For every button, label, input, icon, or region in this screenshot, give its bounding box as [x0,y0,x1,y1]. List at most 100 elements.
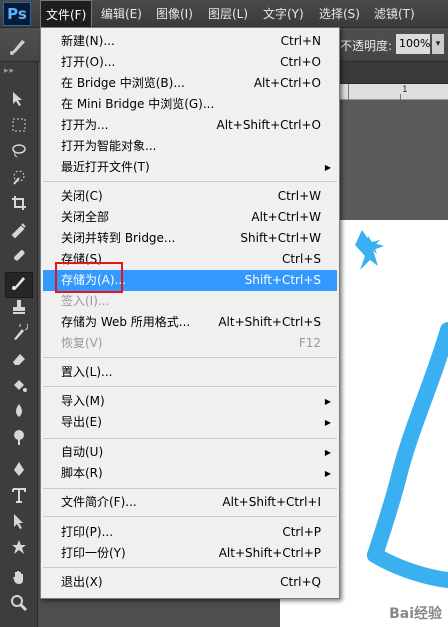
menu-item-label: 置入(L)... [61,365,113,379]
hand-tool-icon[interactable] [5,568,33,594]
menu-item-shortcut: Alt+Shift+Ctrl+P [218,546,321,560]
type-tool-icon[interactable] [5,486,33,512]
menu-separator [43,181,337,182]
menu-item-shortcut: Ctrl+O [280,55,321,69]
menu-item-close[interactable]: 关闭(C) Ctrl+W [41,186,339,207]
menu-item-scripts[interactable]: 脚本(R) ▶ [41,463,339,484]
menu-item-check-in: 签入(I)... [41,291,339,312]
menu-select[interactable]: 选择(S) [314,0,365,28]
zoom-tool-icon[interactable] [5,594,33,620]
paint-bucket-tool-icon[interactable] [5,376,33,402]
document-tab-bar [340,62,448,84]
menu-item-shortcut: Ctrl+P [282,525,321,539]
menu-item-label: 恢复(V) [61,336,103,350]
custom-shape-tool-icon[interactable] [5,538,33,564]
history-brush-tool-icon[interactable] [5,321,33,350]
menu-item-close-go-bridge[interactable]: 关闭并转到 Bridge... Shift+Ctrl+W [41,228,339,249]
menu-type[interactable]: 文字(Y) [258,0,309,28]
menu-item-label: 关闭(C) [61,189,103,203]
menu-item-exit[interactable]: 退出(X) Ctrl+Q [41,572,339,593]
menu-separator [43,516,337,517]
menu-filter[interactable]: 滤镜(T) [369,0,420,28]
menu-item-recent-files[interactable]: 最近打开文件(T) ▶ [41,157,339,178]
opacity-input[interactable]: 100% [396,34,430,54]
menu-item-open-as[interactable]: 打开为... Alt+Shift+Ctrl+O [41,115,339,136]
menu-item-label: 导出(E) [61,415,102,429]
menu-item-label: 退出(X) [61,575,103,589]
eraser-tool-icon[interactable] [5,350,33,376]
menu-item-place[interactable]: 置入(L)... [41,362,339,383]
menu-item-label: 关闭全部 [61,210,110,224]
brush-preset-icon[interactable] [8,34,30,56]
menu-item-shortcut: Alt+Ctrl+W [251,210,321,224]
menu-item-label: 自动(U) [61,445,104,459]
eyedropper-tool-icon[interactable] [5,220,33,246]
menubar: Ps 文件(F) 编辑(E) 图像(I) 图层(L) 文字(Y) 选择(S) 滤… [0,0,448,28]
clone-stamp-tool-icon[interactable] [5,298,33,324]
menu-item-label: 最近打开文件(T) [61,160,150,174]
menu-separator [43,386,337,387]
path-select-tool-icon[interactable] [5,512,33,538]
move-tool-icon[interactable] [5,90,33,116]
healing-brush-tool-icon[interactable] [5,246,33,272]
horizontal-ruler: 1 [340,84,448,100]
menu-item-label: 打开(O)... [61,55,116,69]
menu-item-label: 关闭并转到 Bridge... [61,231,176,245]
menu-layer[interactable]: 图层(L) [203,0,253,28]
menu-item-file-info[interactable]: 文件简介(F)... Alt+Shift+Ctrl+I [41,492,339,513]
blur-tool-icon[interactable] [5,402,33,428]
panel-grip-icon[interactable]: ▸▸ [4,66,15,76]
menu-separator [43,567,337,568]
submenu-arrow-icon: ▶ [324,163,331,172]
menu-image[interactable]: 图像(I) [151,0,198,28]
menu-edit[interactable]: 编辑(E) [96,0,147,28]
menu-item-open[interactable]: 打开(O)... Ctrl+O [41,52,339,73]
menu-separator [43,438,337,439]
submenu-arrow-icon: ▶ [324,397,331,406]
opacity-dropdown-icon[interactable]: ▾ [432,34,444,54]
menu-item-export[interactable]: 导出(E) ▶ [41,412,339,433]
menu-item-browse-bridge[interactable]: 在 Bridge 中浏览(B)... Alt+Ctrl+O [41,73,339,94]
menu-item-shortcut: Alt+Shift+Ctrl+I [222,495,321,509]
menu-item-shortcut: Alt+Shift+Ctrl+O [216,118,321,132]
lasso-tool-icon[interactable] [5,142,33,168]
menu-item-label: 脚本(R) [61,466,103,480]
quick-select-tool-icon[interactable] [5,168,33,194]
menu-item-import[interactable]: 导入(M) ▶ [41,391,339,412]
submenu-arrow-icon: ▶ [324,418,331,427]
menu-item-label: 打印(P)... [61,525,114,539]
menu-item-print-one-copy[interactable]: 打印一份(Y) Alt+Shift+Ctrl+P [41,543,339,564]
crop-tool-icon[interactable] [5,194,33,220]
menu-item-label: 在 Mini Bridge 中浏览(G)... [61,97,215,111]
marquee-tool-icon[interactable] [5,116,33,142]
menu-item-browse-mini-bridge[interactable]: 在 Mini Bridge 中浏览(G)... [41,94,339,115]
menu-item-print[interactable]: 打印(P)... Ctrl+P [41,522,339,543]
menu-item-shortcut: Alt+Shift+Ctrl+S [218,315,321,329]
pen-tool-icon[interactable] [5,460,33,486]
submenu-arrow-icon: ▶ [324,469,331,478]
brush-tool-icon[interactable] [5,272,33,298]
menu-file[interactable]: 文件(F) [40,0,93,28]
menu-separator [43,488,337,489]
menu-item-shortcut: Ctrl+N [280,34,321,48]
menu-item-open-smart-object[interactable]: 打开为智能对象... [41,136,339,157]
menu-item-close-all[interactable]: 关闭全部 Alt+Ctrl+W [41,207,339,228]
opacity-label: 不透明度: [340,39,393,53]
menu-item-label: 打印一份(Y) [61,546,126,560]
menu-item-shortcut: Shift+Ctrl+W [240,231,321,245]
menu-item-shortcut: Ctrl+S [281,252,321,266]
file-menu-dropdown: 新建(N)... Ctrl+N 打开(O)... Ctrl+O 在 Bridge 中… [40,27,340,599]
menu-item-new[interactable]: 新建(N)... Ctrl+N [41,31,339,52]
tools-panel: ▸▸ [0,62,38,627]
menu-item-shortcut: Ctrl+W [277,189,321,203]
menu-item-label: 签入(I)... [61,294,110,308]
submenu-arrow-icon: ▶ [324,448,331,457]
watermark-logo: Bai经验 [389,606,442,622]
dodge-tool-icon[interactable] [5,428,33,454]
ruler-number: 1 [402,85,408,95]
menu-item-save-for-web[interactable]: 存储为 Web 所用格式... Alt+Shift+Ctrl+S [41,312,339,333]
menu-item-revert: 恢复(V) F12 [41,333,339,354]
menu-item-automate[interactable]: 自动(U) ▶ [41,442,339,463]
menu-item-shortcut: F12 [298,336,321,350]
annotation-highlight-box [55,262,123,293]
